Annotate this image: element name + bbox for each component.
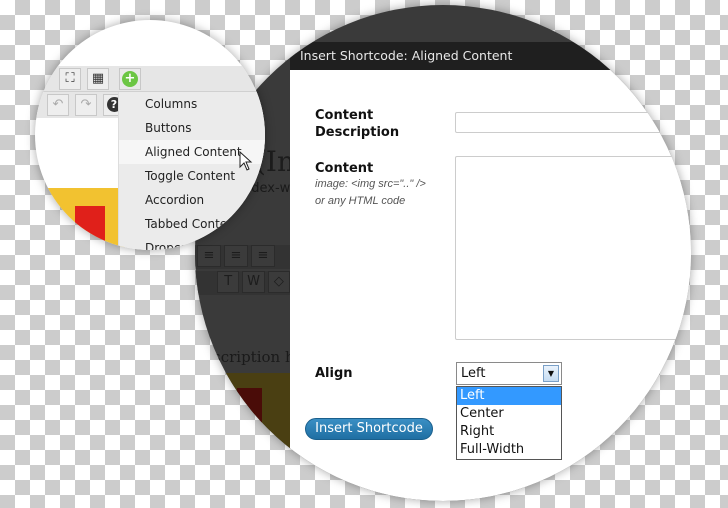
fullscreen-icon[interactable]: ⛶ <box>59 68 81 90</box>
paste-text-icon: T <box>217 271 240 293</box>
content-textarea[interactable] <box>455 156 691 340</box>
plus-icon: + <box>122 71 138 87</box>
align-option[interactable]: Left <box>457 387 561 405</box>
align-selected-value: Left <box>461 366 486 381</box>
content-description-input[interactable] <box>455 112 691 133</box>
paste-word-icon: W <box>242 271 265 293</box>
content-label: Content <box>315 161 374 176</box>
menu-item-buttons[interactable]: Buttons <box>119 116 265 140</box>
undo-icon[interactable]: ↶ <box>47 94 69 116</box>
align-option[interactable]: Center <box>457 405 561 423</box>
menu-item-dropcap[interactable]: Dropcap <box>119 236 265 250</box>
content-description-label: Content Description <box>315 108 400 140</box>
chevron-down-icon[interactable]: ▼ <box>543 365 559 382</box>
post-image <box>35 188 125 250</box>
align-select[interactable]: Left ▼ <box>456 362 562 385</box>
menu-item-columns[interactable]: Columns <box>119 92 265 116</box>
content-hint: image: <img src=".." /> or any HTML code <box>315 178 426 207</box>
eraser-icon: ◇ <box>267 271 290 293</box>
redo-icon[interactable]: ↷ <box>75 94 97 116</box>
menu-magnifier: ⛶ ▦ + ↶ ↷ ? Columns Buttons Aligned Cont… <box>35 20 265 250</box>
align-label: Align <box>315 366 353 381</box>
image-shape <box>75 206 105 250</box>
dialog-title: Insert Shortcode: Aligned Content <box>290 42 691 70</box>
editor-image-dimmed <box>195 373 290 473</box>
shortcode-menu: Columns Buttons Aligned Content Toggle C… <box>118 92 265 250</box>
add-shortcode-button[interactable]: + <box>119 68 141 90</box>
insert-shortcode-button[interactable]: Insert Shortcode <box>305 418 433 440</box>
editor-toolbar-top: ⛶ ▦ + <box>35 66 265 92</box>
editor-toolbar-row2: T W ◇ <box>195 271 290 295</box>
image-shape <box>237 388 262 428</box>
align-options-list: Left Center Right Full-Width <box>456 386 562 460</box>
align-option[interactable]: Full-Width <box>457 441 561 459</box>
mouse-cursor-icon <box>239 151 253 171</box>
menu-item-accordion[interactable]: Accordion <box>119 188 265 212</box>
align-option[interactable]: Right <box>457 423 561 441</box>
dialog-magnifier: (Im ndex-w ≡ ≡ ≡ T W ◇ scription he Inse… <box>195 5 691 501</box>
menu-item-tabbed-content[interactable]: Tabbed Content <box>119 212 265 236</box>
keyboard-icon[interactable]: ▦ <box>87 68 109 90</box>
